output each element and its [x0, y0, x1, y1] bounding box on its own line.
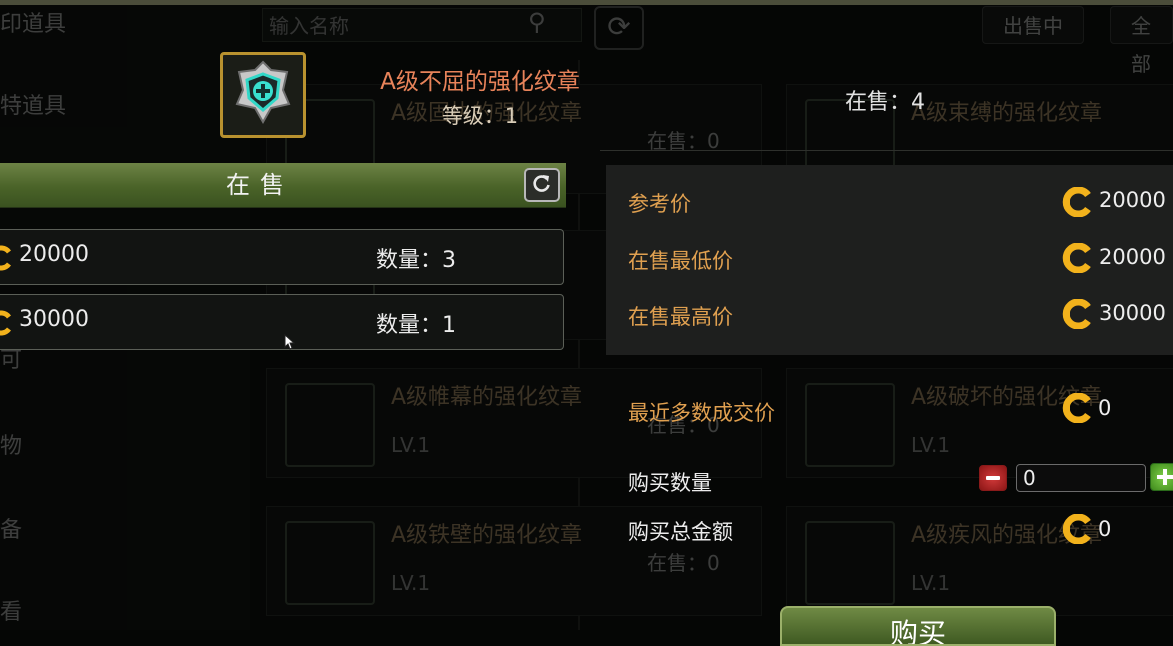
- listing-price: 30000: [19, 307, 89, 332]
- recent-price-label: 最近多数成交价: [628, 401, 775, 425]
- listing-quantity: 数量：3: [376, 248, 456, 273]
- highest-price-label: 在售最高价: [628, 305, 733, 329]
- reference-price-label: 参考价: [628, 192, 691, 216]
- shield-emblem-icon: [231, 60, 295, 130]
- sale-section-title: 在售: [226, 171, 294, 199]
- coin-icon: [1060, 298, 1092, 333]
- buy-quantity-label: 购买数量: [628, 471, 712, 495]
- decrease-quantity-button[interactable]: [979, 465, 1007, 491]
- card-level: LV.1: [911, 433, 951, 457]
- buy-button[interactable]: 购买: [780, 606, 1056, 646]
- listing-row[interactable]: 20000 数量：3: [0, 229, 564, 285]
- coin-icon: [1060, 513, 1092, 548]
- filter-all: 全部: [1110, 6, 1173, 76]
- sidebar-item: 物: [0, 434, 23, 459]
- total-amount-value: 0: [1098, 517, 1112, 541]
- market-card: A级疾风的强化纹章 LV.1: [786, 506, 1173, 616]
- popup-divider: [600, 150, 1173, 151]
- card-name: A级帷幕的强化纹章: [391, 385, 583, 410]
- sale-section-header: 在售: [0, 163, 566, 208]
- refresh-icon: [532, 173, 552, 197]
- quantity-input[interactable]: [1016, 464, 1146, 492]
- mouse-cursor-icon: [284, 333, 296, 354]
- sidebar-item: 看: [0, 600, 23, 625]
- lowest-price-label: 在售最低价: [628, 249, 733, 273]
- emblem-icon: [285, 521, 375, 605]
- recent-price-value: 0: [1098, 396, 1112, 420]
- item-icon-frame: [220, 52, 306, 138]
- refresh-icon: ⟳: [594, 6, 644, 50]
- coin-icon: [0, 310, 11, 340]
- sidebar-item: 备: [0, 518, 23, 543]
- listing-price: 20000: [19, 242, 89, 267]
- card-level: LV.1: [391, 571, 431, 595]
- coin-icon: [1060, 392, 1092, 427]
- lowest-price-value: 20000: [1099, 245, 1166, 269]
- refresh-button[interactable]: [524, 168, 560, 202]
- increase-quantity-button[interactable]: [1150, 463, 1173, 491]
- card-name: A级铁壁的强化纹章: [391, 523, 583, 548]
- sidebar-item: 特道具: [0, 94, 67, 119]
- item-name: A级不屈的强化纹章: [380, 69, 580, 95]
- market-card: A级破坏的强化纹章 LV.1: [786, 368, 1173, 478]
- emblem-icon: [285, 383, 375, 467]
- highest-price-value: 30000: [1099, 301, 1166, 325]
- card-level: LV.1: [911, 571, 951, 595]
- coin-icon: [0, 245, 11, 275]
- listing-quantity: 数量：1: [376, 313, 456, 338]
- sidebar-item: 印道具: [0, 12, 67, 37]
- reference-price-value: 20000: [1099, 188, 1166, 212]
- emblem-icon: [805, 383, 895, 467]
- listing-row[interactable]: 30000 数量：1: [0, 294, 564, 350]
- card-count: 在售：0: [647, 551, 720, 575]
- emblem-icon: [805, 521, 895, 605]
- coin-icon: [1060, 186, 1092, 221]
- item-level: 等级：1: [441, 104, 519, 128]
- card-level: LV.1: [391, 433, 431, 457]
- search-icon: ⚲: [528, 8, 546, 36]
- total-amount-label: 购买总金额: [628, 520, 733, 544]
- on-sale-count: 在售：4: [845, 90, 925, 115]
- filter-on-sale: 出售中: [982, 6, 1084, 44]
- card-name: A级束缚的强化纹章: [911, 101, 1103, 126]
- coin-icon: [1060, 242, 1092, 277]
